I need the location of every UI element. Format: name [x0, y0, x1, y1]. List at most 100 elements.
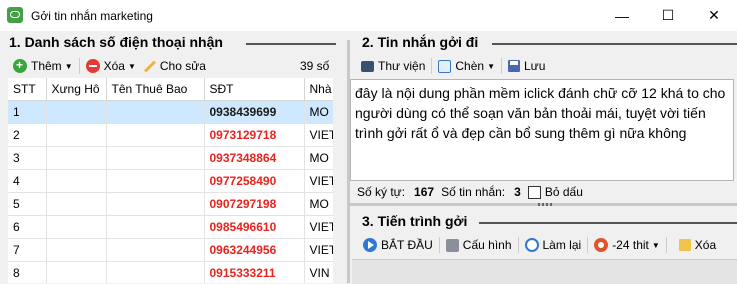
- cell-carrier: VIET: [304, 123, 333, 147]
- table-row[interactable]: 3 0937348864 MO: [8, 146, 333, 170]
- recipients-toolbar: Thêm ▼ Xóa ▼ Cho sửa 39 số ▼: [10, 56, 345, 76]
- toolbar-separator: [587, 237, 589, 253]
- cell-phone: 0915333211: [204, 261, 305, 283]
- clear-button[interactable]: Xóa: [676, 235, 719, 255]
- cell-stt: 7: [8, 238, 47, 262]
- remove-accent-checkbox[interactable]: [527, 185, 541, 199]
- library-button-label: Thư viện: [378, 59, 426, 73]
- add-button-label: Thêm: [31, 59, 62, 73]
- edit-button[interactable]: Cho sửa: [139, 56, 209, 76]
- table-row[interactable]: 1 0938439699 MO: [8, 100, 333, 124]
- message-section-title: 2. Tin nhắn gởi đi: [362, 34, 479, 50]
- table-row[interactable]: 2 0973129718 VIET: [8, 123, 333, 147]
- cell-stt: 5: [8, 192, 47, 216]
- insert-button-label: Chèn: [455, 59, 485, 73]
- message-textarea[interactable]: đây là nội dung phần mềm iclick đánh chữ…: [350, 79, 734, 181]
- save-button[interactable]: Lưu: [505, 56, 548, 76]
- minimize-button[interactable]: —: [599, 0, 645, 31]
- fire-icon: [594, 238, 609, 252]
- library-button[interactable]: Thư viện: [358, 56, 428, 76]
- config-button[interactable]: Cấu hình: [443, 235, 515, 255]
- cell-carrier: VIET: [304, 169, 333, 193]
- cell-phone: 0907297198: [204, 192, 305, 216]
- toolbar-separator: [501, 58, 502, 74]
- maximize-button[interactable]: ☐: [645, 0, 691, 31]
- cell-carrier: VIN: [304, 261, 333, 283]
- edit-button-label: Cho sửa: [159, 59, 206, 73]
- start-button-label: BẮT ĐẦU: [381, 238, 433, 252]
- cell-phone: 0938439699: [204, 100, 305, 124]
- app-icon: [7, 7, 23, 23]
- add-button[interactable]: Thêm ▼: [10, 56, 76, 76]
- section-divider: [246, 43, 336, 45]
- char-count-label: Số ký tự:: [357, 185, 406, 199]
- cell-phone: 0973129718: [204, 123, 305, 147]
- recipient-count: 39 số: [300, 59, 330, 73]
- redo-button-label: Làm lại: [542, 238, 582, 252]
- delete-button-label: Xóa: [103, 59, 125, 73]
- insert-button[interactable]: Chèn ▼: [435, 56, 498, 76]
- sms-count-label: Số tin nhắn:: [441, 185, 506, 199]
- table-row[interactable]: 8 0915333211 VIN: [8, 261, 333, 283]
- column-header-phone[interactable]: SĐT: [204, 78, 305, 101]
- cell-name: [106, 169, 205, 193]
- cell-name: [106, 238, 205, 262]
- progress-toolbar: BẮT ĐẦU Cấu hình Làm lại -24 thit ▼ Xóa: [360, 235, 719, 255]
- cell-phone: 0937348864: [204, 146, 305, 170]
- delete-button[interactable]: Xóa ▼: [83, 56, 139, 76]
- chevron-down-icon: ▼: [487, 61, 495, 71]
- close-button[interactable]: ✕: [691, 0, 737, 31]
- cell-phone: 0977258490: [204, 169, 305, 193]
- cell-title: [46, 238, 107, 262]
- chevron-down-icon: ▼: [64, 61, 73, 71]
- column-header-carrier[interactable]: Nhà: [304, 78, 333, 101]
- section-divider: [479, 222, 737, 224]
- char-count-value: 167: [414, 185, 435, 199]
- cell-title: [46, 169, 107, 193]
- recipients-section-title: 1. Danh sách số điện thoại nhận: [9, 34, 223, 50]
- recipients-scrollbar[interactable]: [333, 56, 346, 283]
- cell-stt: 6: [8, 215, 47, 239]
- sms-count-value: 3: [514, 185, 521, 199]
- cell-name: [106, 100, 205, 124]
- cell-carrier: MO: [304, 100, 333, 124]
- cell-title: [46, 146, 107, 170]
- eraser-icon: [678, 239, 691, 251]
- progress-list: [352, 259, 737, 284]
- recipients-table: STT Xưng Hô Tên Thuê Bao SĐT Nhà 1 09384…: [8, 78, 333, 283]
- cell-carrier: VIET: [304, 215, 333, 239]
- table-row[interactable]: 5 0907297198 MO: [8, 192, 333, 216]
- save-button-label: Lưu: [524, 59, 546, 73]
- binoculars-icon: [361, 60, 374, 72]
- message-toolbar: Thư viện Chèn ▼ Lưu: [358, 56, 548, 76]
- filter-dropdown[interactable]: -24 thit ▼: [591, 235, 663, 255]
- splitter-grip-icon[interactable]: [538, 203, 552, 206]
- column-header-title[interactable]: Xưng Hô: [46, 78, 107, 101]
- play-icon: [363, 238, 377, 252]
- progress-section-title: 3. Tiến trình gởi: [362, 213, 468, 229]
- table-row[interactable]: 4 0977258490 VIET: [8, 169, 333, 193]
- cell-name: [106, 261, 205, 283]
- cell-stt: 3: [8, 146, 47, 170]
- delete-icon: [85, 59, 100, 73]
- chevron-down-icon: ▼: [651, 240, 660, 250]
- cell-phone: 0963244956: [204, 238, 305, 262]
- cell-phone: 0985496610: [204, 215, 305, 239]
- refresh-icon: [524, 238, 539, 252]
- section-divider: [492, 43, 737, 45]
- toolbar-separator: [438, 237, 440, 253]
- toolbar-separator: [431, 58, 433, 74]
- column-header-name[interactable]: Tên Thuê Bao: [106, 78, 205, 101]
- cell-title: [46, 261, 107, 283]
- config-button-label: Cấu hình: [462, 238, 512, 252]
- column-header-stt[interactable]: STT: [8, 78, 47, 101]
- filter-dropdown-label: -24 thit: [612, 238, 649, 252]
- window-title: Gởi tin nhắn marketing: [31, 9, 153, 23]
- table-row[interactable]: 7 0963244956 VIET: [8, 238, 333, 262]
- remove-accent-label[interactable]: Bỏ dấu: [545, 185, 583, 199]
- cell-stt: 4: [8, 169, 47, 193]
- start-button[interactable]: BẮT ĐẦU: [360, 235, 436, 255]
- settings-icon: [445, 238, 459, 252]
- redo-button[interactable]: Làm lại: [522, 235, 585, 255]
- table-row[interactable]: 6 0985496610 VIET: [8, 215, 333, 239]
